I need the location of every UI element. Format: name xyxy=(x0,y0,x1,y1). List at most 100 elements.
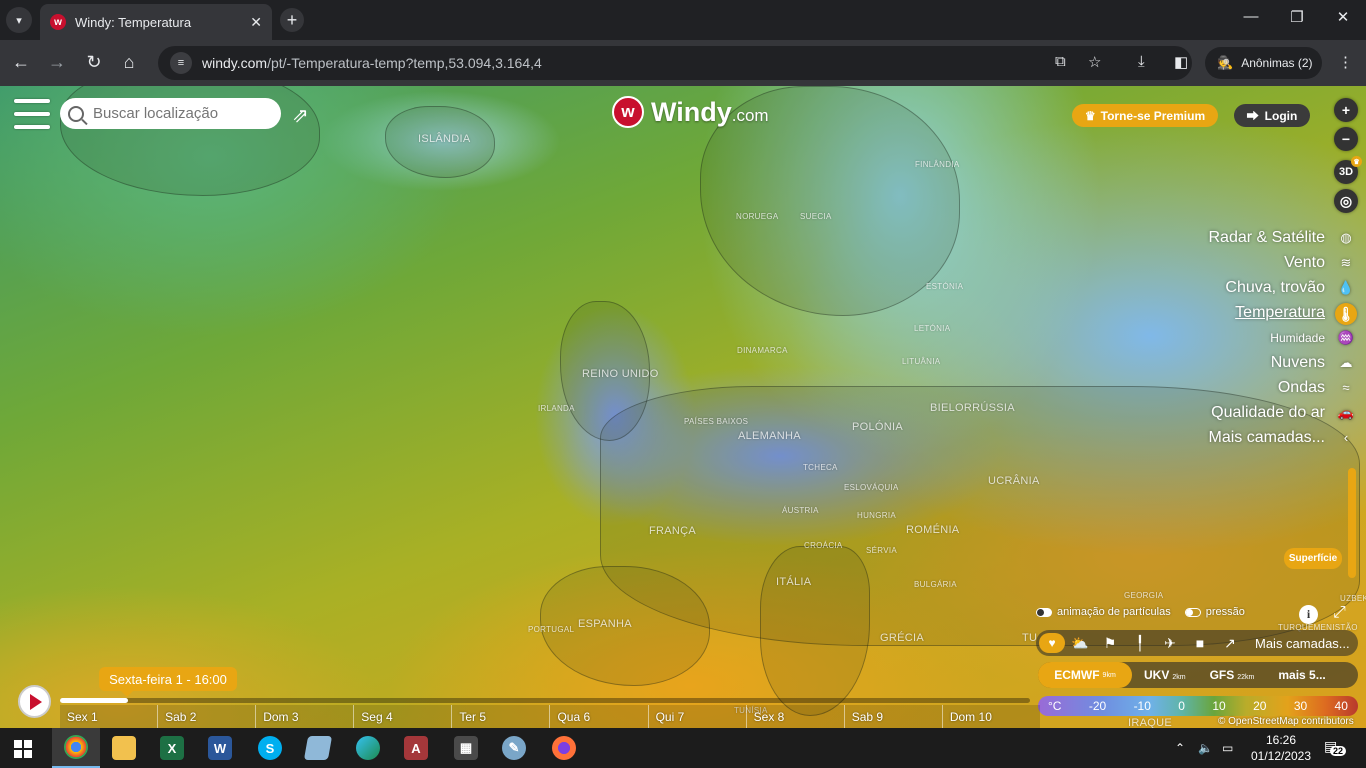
particle-toggle-switch[interactable] xyxy=(1036,607,1052,617)
model-ukv[interactable]: UKV 2km xyxy=(1132,668,1198,682)
fullscreen-icon[interactable]: ⤢ xyxy=(1333,604,1346,622)
timeline-day[interactable]: Sex 1 xyxy=(60,705,157,728)
flag-icon[interactable]: ⚑ xyxy=(1095,635,1125,652)
close-window-button[interactable]: ✕ xyxy=(1320,8,1366,26)
restore-button[interactable]: ❐ xyxy=(1274,8,1320,26)
taskbar-word[interactable]: W xyxy=(196,728,244,768)
taskbar-excel[interactable]: X xyxy=(148,728,196,768)
reload-button[interactable]: ↻ xyxy=(83,52,105,73)
taskbar-firefox[interactable] xyxy=(540,728,588,768)
taskbar-app[interactable] xyxy=(294,728,342,768)
radiosonde-icon[interactable]: ↗ xyxy=(1215,635,1245,652)
globe-icon[interactable]: ◍ xyxy=(1336,230,1356,250)
tab-close-icon[interactable]: ✕ xyxy=(250,14,262,31)
volume-icon[interactable]: 🔈 xyxy=(1198,728,1213,768)
address-bar[interactable]: ≡ windy.com/pt/-Temperatura-temp?temp,53… xyxy=(158,46,1192,80)
taskbar-clock[interactable]: 16:26 01/12/2023 xyxy=(1246,732,1316,764)
cloud-icon[interactable]: ☁ xyxy=(1336,355,1356,375)
site-info-icon[interactable]: ≡ xyxy=(170,52,192,74)
zoom-in-button[interactable]: + xyxy=(1334,98,1358,122)
layer-item-label[interactable]: Qualidade do ar xyxy=(1211,404,1325,422)
timeline-day[interactable]: Qua 6 xyxy=(549,705,647,728)
zoom-out-button[interactable]: − xyxy=(1334,127,1358,151)
browser-tab[interactable]: w Windy: Temperatura ✕ xyxy=(40,4,272,40)
side-panel-icon[interactable]: ◧ xyxy=(1174,53,1188,71)
back-button[interactable]: ← xyxy=(10,52,32,73)
car-icon[interactable]: 🚗 xyxy=(1336,405,1356,425)
layers-scrollbar[interactable] xyxy=(1348,468,1356,578)
taskbar-access[interactable]: A xyxy=(392,728,440,768)
waves-icon[interactable]: ≈ xyxy=(1336,380,1356,400)
network-icon[interactable]: ▭ xyxy=(1222,728,1233,768)
pressure-toggle-label[interactable]: pressão xyxy=(1206,606,1245,618)
timeline-day[interactable]: Sab 9 xyxy=(843,705,942,728)
translate-icon[interactable]: ⧉ xyxy=(1055,53,1066,70)
new-tab-button[interactable]: + xyxy=(280,8,304,32)
3d-button[interactable]: 3D ♛ xyxy=(1334,156,1362,184)
more-models-link[interactable]: mais 5... xyxy=(1266,668,1337,682)
model-ecmwf[interactable]: ECMWF 9km xyxy=(1038,662,1132,688)
timeline-day[interactable]: Ter 5 xyxy=(451,705,549,728)
notification-icon[interactable]: ▤ 22 xyxy=(1324,738,1347,756)
weather-icon[interactable]: ⛅ xyxy=(1065,635,1095,652)
search-input[interactable] xyxy=(93,105,273,122)
browser-menu-icon[interactable]: ⋮ xyxy=(1338,53,1353,71)
thermometer-icon[interactable]: 🌡 xyxy=(1335,303,1357,325)
home-button[interactable]: ⌂ xyxy=(118,52,140,73)
tab-search-button[interactable]: ▾ xyxy=(6,7,32,33)
timeline-track[interactable] xyxy=(60,698,1030,703)
layer-item-label[interactable]: Humidade xyxy=(1270,331,1325,345)
layer-item-label[interactable]: Mais camadas... xyxy=(1209,429,1325,447)
timeline-day[interactable]: Seg 4 xyxy=(353,705,451,728)
timeline-day[interactable]: Sex 8 xyxy=(745,705,844,728)
timeline-day[interactable]: Sab 2 xyxy=(157,705,255,728)
timeline-day[interactable]: Qui 7 xyxy=(647,705,746,728)
layer-item-label[interactable]: Ondas xyxy=(1278,379,1325,397)
particle-toggle-label[interactable]: animação de partículas xyxy=(1057,606,1171,618)
forward-button[interactable]: → xyxy=(46,52,68,73)
incognito-indicator[interactable]: 🕵 Anônimas (2) xyxy=(1205,47,1322,79)
model-gfs[interactable]: GFS 22km xyxy=(1198,668,1267,682)
timeline-day[interactable]: Dom 3 xyxy=(255,705,353,728)
taskbar-calculator[interactable]: ▦ xyxy=(442,728,490,768)
time-bubble[interactable]: Sexta-feira 1 - 16:00 xyxy=(99,667,237,697)
webcam-icon[interactable]: ■ xyxy=(1185,635,1215,651)
humidity-icon[interactable]: ♒ xyxy=(1336,330,1356,350)
bookmark-star-icon[interactable]: ☆ xyxy=(1088,53,1101,71)
raindrop-icon[interactable]: 💧 xyxy=(1336,280,1356,300)
temperature-pin-icon[interactable]: ╿ xyxy=(1125,635,1155,652)
menu-hamburger-icon[interactable] xyxy=(14,99,50,129)
windy-logo[interactable]: w Windy.com xyxy=(612,96,769,128)
hurricane-button[interactable]: ◎ xyxy=(1334,189,1358,213)
taskbar-explorer[interactable] xyxy=(100,728,148,768)
timeline-day[interactable]: Dom 10 xyxy=(941,705,1040,728)
taskbar-chrome[interactable] xyxy=(52,728,100,768)
taskbar-skype[interactable]: S xyxy=(246,728,294,768)
layer-item-label[interactable]: Radar & Satélite xyxy=(1208,229,1325,247)
windows-start-icon[interactable] xyxy=(14,740,32,758)
location-search-box[interactable] xyxy=(60,98,281,129)
map-attribution[interactable]: © OpenStreetMap contributors xyxy=(1218,716,1354,727)
surface-level-button[interactable]: Superfície xyxy=(1284,548,1342,569)
layer-item-label[interactable]: Nuvens xyxy=(1271,354,1325,372)
wind-icon[interactable]: ≋ xyxy=(1336,255,1356,275)
taskbar-paint[interactable]: ✎ xyxy=(490,728,538,768)
taskbar-edge[interactable] xyxy=(344,728,392,768)
favorites-heart-icon[interactable]: ♥ xyxy=(1039,633,1065,653)
minimize-button[interactable]: — xyxy=(1228,8,1274,25)
layer-item-label[interactable]: Chuva, trovão xyxy=(1225,279,1325,297)
play-button[interactable] xyxy=(18,685,51,718)
login-button[interactable]: ⮕ Login xyxy=(1234,104,1310,127)
chevron-left-icon[interactable]: ‹ xyxy=(1336,430,1356,450)
more-overlays-link[interactable]: Mais camadas... xyxy=(1255,636,1350,651)
pressure-toggle-switch[interactable] xyxy=(1184,607,1201,617)
airport-icon[interactable]: ✈ xyxy=(1155,635,1185,652)
info-icon[interactable]: i xyxy=(1299,605,1318,624)
premium-button[interactable]: ♛ Torne-se Premium xyxy=(1072,104,1218,127)
download-icon[interactable]: ⤓ xyxy=(1138,53,1145,70)
layer-item-label[interactable]: Vento xyxy=(1284,254,1325,272)
temperature-legend[interactable]: °C -20 -10 0 10 20 30 40 xyxy=(1038,696,1358,716)
share-icon[interactable]: ⇗ xyxy=(292,103,309,128)
layer-item-label[interactable]: Temperatura xyxy=(1235,304,1325,322)
show-hidden-icons-icon[interactable]: ⌃ xyxy=(1175,728,1185,768)
